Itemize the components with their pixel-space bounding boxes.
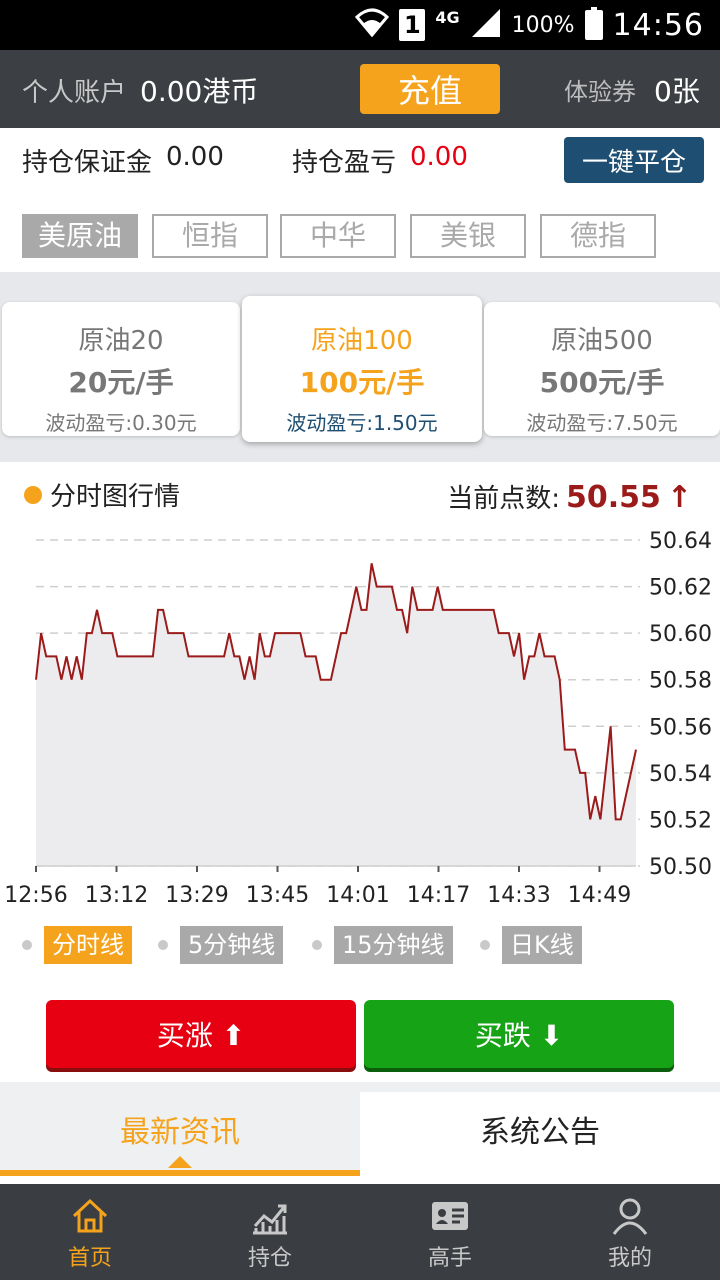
- battery-icon: [584, 7, 603, 40]
- product-price: 500元/手: [539, 366, 665, 399]
- x-tick-label: 13:45: [246, 883, 309, 902]
- buy-up-button[interactable]: 买涨 ⬆: [46, 1000, 356, 1068]
- home-icon: [72, 1198, 108, 1233]
- margin-label: 持仓保证金: [22, 148, 153, 178]
- period-tabs: 分时线 5分钟线 15分钟线 日K线: [0, 926, 720, 966]
- nav-experts[interactable]: 高手: [360, 1184, 540, 1280]
- sim-icon: 1: [399, 9, 426, 41]
- voucher-label: 体验券: [564, 78, 636, 106]
- nav-me-label: 我的: [607, 1246, 652, 1271]
- nav-home[interactable]: 首页: [0, 1184, 180, 1280]
- account-bar: 个人账户 0.00港币 充值 体验券 0张: [0, 50, 720, 128]
- network-type: 4G: [435, 7, 460, 27]
- chart-panel: 分时图行情 当前点数: 50.55 ↑ 50.64 50.62 50.60 50.58 50…: [0, 462, 720, 1082]
- period-dot-icon: [158, 940, 168, 950]
- period-dot-icon: [312, 940, 322, 950]
- x-tick-label: 14:49: [568, 883, 631, 902]
- voucher-count: 0张: [654, 75, 700, 108]
- chart-title: 分时图行情: [24, 476, 180, 513]
- pnl-value: 0.00: [410, 142, 468, 172]
- period-dot-icon: [22, 940, 32, 950]
- y-tick-label: 50.54: [649, 762, 712, 787]
- clock: 14:56: [612, 7, 704, 43]
- product-price: 20元/手: [68, 366, 174, 399]
- current-price: 当前点数: 50.55 ↑: [447, 478, 692, 515]
- product-price: 100元/手: [299, 366, 425, 399]
- close-all-button[interactable]: 一键平仓: [564, 137, 704, 183]
- y-tick-label: 50.56: [649, 715, 712, 740]
- tab-latest-news-label: 最新资讯: [120, 1115, 240, 1150]
- tab-announcements[interactable]: 系统公告: [360, 1092, 720, 1174]
- product-fluctuation: 波动盈亏:0.30元: [45, 411, 197, 435]
- y-tick-label: 50.60: [649, 622, 712, 647]
- up-arrow-icon: ↑: [666, 480, 692, 515]
- product-fluctuation: 波动盈亏:7.50元: [526, 411, 678, 435]
- tab-dax[interactable]: 德指: [540, 214, 656, 258]
- product-card-500[interactable]: 原油500 500元/手 波动盈亏:7.50元: [484, 302, 720, 436]
- tab-us-silver[interactable]: 美银: [410, 214, 526, 258]
- pnl-label: 持仓盈亏: [292, 148, 397, 178]
- product-card-100[interactable]: 原油100 100元/手 波动盈亏:1.50元: [242, 296, 482, 442]
- position-summary: 持仓保证金 0.00 持仓盈亏 0.00 一键平仓: [0, 128, 720, 192]
- nav-positions[interactable]: 持仓: [180, 1184, 360, 1280]
- product-cards: 原油20 20元/手 波动盈亏:0.30元 原油100 100元/手 波动盈亏:…: [0, 272, 720, 462]
- x-tick-label: 14:01: [326, 883, 389, 902]
- nav-positions-label: 持仓: [247, 1246, 292, 1271]
- tab-daily-k[interactable]: 日K线: [502, 926, 582, 964]
- x-tick-label: 13:29: [165, 883, 228, 902]
- nav-me[interactable]: 我的: [540, 1184, 720, 1280]
- tab-5min[interactable]: 5分钟线: [180, 926, 284, 964]
- y-tick-label: 50.50: [649, 855, 712, 880]
- x-tick-label: 14:17: [407, 883, 470, 902]
- margin-value: 0.00: [166, 142, 224, 172]
- product-fluctuation: 波动盈亏:1.50元: [286, 411, 438, 435]
- price-area: [36, 563, 636, 866]
- recharge-button[interactable]: 充值: [360, 64, 500, 114]
- intraday-chart[interactable]: 50.64 50.62 50.60 50.58 50.56 50.54 50.52 50.50…: [0, 522, 720, 902]
- x-tick-label: 13:12: [85, 883, 148, 902]
- user-icon: [612, 1198, 648, 1235]
- tab-us-crude[interactable]: 美原油: [22, 214, 138, 258]
- tab-intraday[interactable]: 分时线: [44, 926, 132, 964]
- wifi-icon: [355, 7, 390, 43]
- tab-china[interactable]: 中华: [280, 214, 396, 258]
- news-tabs: 最新资讯 系统公告: [0, 1092, 720, 1184]
- tab-latest-news[interactable]: 最新资讯: [0, 1092, 360, 1176]
- buy-down-button[interactable]: 买跌 ⬇: [364, 1000, 674, 1068]
- bullet-icon: [24, 485, 42, 504]
- current-price-value: 50.55: [565, 480, 661, 515]
- x-tick-label: 14:33: [487, 883, 550, 902]
- account-label: 个人账户: [22, 78, 127, 108]
- status-bar: 1 4G 100% 14:56: [0, 0, 720, 50]
- product-name: 原油100: [311, 326, 413, 356]
- nav-experts-label: 高手: [427, 1246, 472, 1271]
- y-tick-label: 50.58: [649, 669, 712, 694]
- period-dot-icon: [480, 940, 490, 950]
- battery-percent: 100%: [511, 12, 575, 38]
- current-price-label: 当前点数:: [447, 484, 560, 514]
- product-name: 原油20: [78, 326, 164, 356]
- x-tick-label: 12:56: [4, 883, 67, 902]
- bottom-nav: 首页 持仓 高手 我的: [0, 1184, 720, 1280]
- commodity-tabs: 美原油 恒指 中华 美银 德指: [0, 192, 720, 272]
- tab-15min[interactable]: 15分钟线: [334, 926, 453, 964]
- chart-title-text: 分时图行情: [50, 482, 181, 512]
- signal-icon: [470, 7, 502, 43]
- chart-icon: [253, 1204, 287, 1235]
- tab-hang-seng[interactable]: 恒指: [152, 214, 268, 258]
- y-tick-label: 50.64: [649, 529, 712, 554]
- y-tick-label: 50.52: [649, 808, 712, 833]
- product-name: 原油500: [551, 326, 653, 356]
- caret-icon: [168, 1156, 192, 1168]
- y-tick-label: 50.62: [649, 576, 712, 601]
- product-card-20[interactable]: 原油20 20元/手 波动盈亏:0.30元: [2, 302, 240, 436]
- nav-home-label: 首页: [67, 1246, 112, 1271]
- account-balance: 0.00港币: [140, 75, 259, 108]
- id-card-icon: [432, 1202, 468, 1230]
- status-icons: 1 4G 100% 14:56: [355, 0, 704, 50]
